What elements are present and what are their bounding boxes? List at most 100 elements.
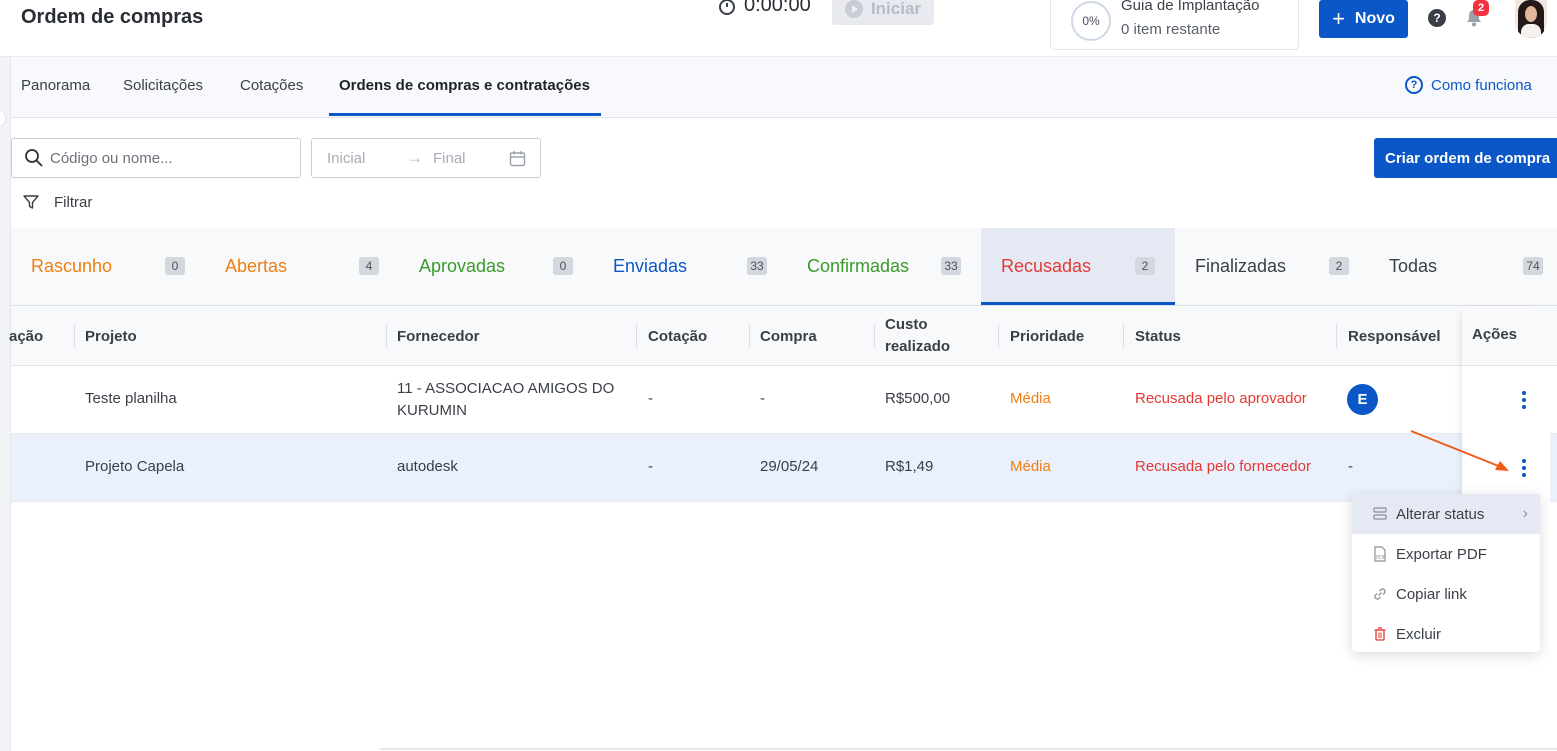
cell-fornecedor: autodesk <box>397 458 458 475</box>
cell-prioridade: Média <box>1010 458 1051 475</box>
status-label: Finalizadas <box>1195 256 1287 276</box>
status-tab-rascunho[interactable]: Rascunho 0 <box>11 228 205 305</box>
column-divider <box>74 324 75 348</box>
status-tab-enviadas[interactable]: Enviadas 33 <box>593 228 787 305</box>
cell-compra: 29/05/24 <box>760 458 819 475</box>
cell-compra: - <box>760 390 765 407</box>
status-count: 0 <box>165 257 185 275</box>
horizontal-scrollbar[interactable] <box>380 748 1557 750</box>
active-tab-indicator <box>329 113 601 116</box>
column-header-projeto[interactable]: Projeto <box>85 326 137 348</box>
row-actions-menu-button[interactable] <box>1512 388 1536 412</box>
column-header-status[interactable]: Status <box>1135 326 1181 348</box>
avatar: E <box>1347 384 1378 415</box>
column-divider <box>998 324 999 348</box>
row-context-menu: Alterar status › PDF Exportar PDF Copiar… <box>1352 494 1540 652</box>
menu-item-label: Exportar PDF <box>1396 545 1487 563</box>
cell-projeto: Projeto Capela <box>85 458 185 475</box>
status-tab-recusadas[interactable]: Recusadas 2 <box>981 228 1175 305</box>
start-timer-button[interactable]: Iniciar <box>832 0 934 25</box>
column-divider <box>386 324 387 348</box>
sidebar-toggle[interactable] <box>0 109 6 127</box>
sub-navigation: Panorama Solicitações Cotações Ordens de… <box>0 57 1557 118</box>
search-field[interactable] <box>11 138 301 178</box>
status-icon <box>1373 507 1387 520</box>
status-label: Rascunho <box>31 256 113 276</box>
menu-item-export-pdf[interactable]: PDF Exportar PDF <box>1352 534 1540 574</box>
cell-status: Recusada pelo fornecedor <box>1135 458 1311 475</box>
column-header-prioridade[interactable]: Prioridade <box>1010 326 1084 348</box>
search-icon <box>25 149 43 167</box>
column-header-cotacao[interactable]: Cotação <box>648 326 707 348</box>
column-header-compra[interactable]: Compra <box>760 326 817 348</box>
status-label: Confirmadas <box>807 256 910 276</box>
status-label: Todas <box>1389 256 1438 276</box>
status-count: 2 <box>1329 257 1349 275</box>
search-input[interactable] <box>50 149 280 167</box>
help-icon[interactable]: ? <box>1428 9 1446 27</box>
status-tab-todas[interactable]: Todas 74 <box>1369 228 1557 305</box>
status-tab-aprovadas[interactable]: Aprovadas 0 <box>399 228 593 305</box>
column-divider <box>1123 324 1124 348</box>
top-bar: Ordem de compras 0:00:00 Iniciar 0% Guia… <box>0 0 1557 57</box>
menu-item-copy-link[interactable]: Copiar link <box>1352 574 1540 614</box>
table-header: ação Projeto Fornecedor Cotação Compra C… <box>9 306 1557 366</box>
status-tab-finalizadas[interactable]: Finalizadas 2 <box>1175 228 1369 305</box>
table-row[interactable]: Teste planilha 11 - ASSOCIACAO AMIGOS DO… <box>11 366 1557 434</box>
cell-cotacao: - <box>648 458 653 475</box>
cell-fornecedor: 11 - ASSOCIACAO AMIGOS DO KURUMIN <box>397 380 615 419</box>
chevron-right-icon: › <box>1522 505 1528 522</box>
menu-item-label: Copiar link <box>1396 585 1467 603</box>
cell-prioridade: Média <box>1010 390 1051 407</box>
status-tab-confirmadas[interactable]: Confirmadas 33 <box>787 228 981 305</box>
guide-subtitle: 0 item restante <box>1121 21 1221 38</box>
table-row[interactable]: Projeto Capela autodesk - 29/05/24 R$1,4… <box>11 434 1557 502</box>
date-end-field[interactable]: Final <box>433 150 466 167</box>
menu-item-label: Excluir <box>1396 625 1442 643</box>
row-actions-menu-button[interactable] <box>1512 456 1536 480</box>
annotation-arrow <box>1410 430 1509 471</box>
timer: 0:00:00 <box>718 0 811 17</box>
filter-label: Filtrar <box>54 193 93 211</box>
menu-item-change-status[interactable]: Alterar status › <box>1352 494 1540 534</box>
status-count: 33 <box>747 257 767 275</box>
page-title: Ordem de compras <box>21 6 204 28</box>
column-header-custo-realizado[interactable]: Custo realizado <box>885 314 965 358</box>
column-divider <box>749 324 750 348</box>
column-header-fornecedor[interactable]: Fornecedor <box>397 326 480 348</box>
column-divider <box>874 324 875 348</box>
create-purchase-order-button[interactable]: Criar ordem de compra <box>1374 138 1557 178</box>
filter-icon <box>23 195 39 209</box>
tab-solicitacoes[interactable]: Solicitações <box>123 77 203 94</box>
cell-responsavel: - <box>1348 458 1353 475</box>
column-header-responsavel[interactable]: Responsável <box>1348 326 1441 348</box>
menu-item-label: Alterar status <box>1396 505 1485 523</box>
guide-title: Guia de Implantação <box>1121 0 1260 14</box>
status-count: 33 <box>941 257 961 275</box>
tab-panorama[interactable]: Panorama <box>21 77 90 94</box>
filter-button[interactable]: Filtrar <box>22 193 92 211</box>
cell-projeto: Teste planilha <box>85 390 177 407</box>
date-range-picker[interactable]: Inicial → Final <box>311 138 541 178</box>
status-count: 2 <box>1135 257 1155 275</box>
cell-custo: R$500,00 <box>885 390 951 407</box>
user-avatar[interactable] <box>1515 0 1547 38</box>
timer-value: 0:00:00 <box>744 0 811 16</box>
date-start-field[interactable]: Inicial <box>327 150 365 167</box>
column-header-situacao[interactable]: ação <box>9 326 43 348</box>
start-label: Iniciar <box>870 0 922 18</box>
stopwatch-icon <box>719 0 735 15</box>
implementation-guide[interactable]: 0% Guia de Implantação 0 item restante <box>1050 0 1299 50</box>
status-tab-abertas[interactable]: Abertas 4 <box>205 228 399 305</box>
status-label: Enviadas <box>613 256 688 276</box>
tab-ordens-de-compras[interactable]: Ordens de compras e contratações <box>339 77 590 94</box>
menu-item-delete[interactable]: Excluir <box>1352 614 1540 654</box>
status-label: Recusadas <box>1001 256 1092 276</box>
new-button[interactable]: + Novo <box>1319 0 1408 38</box>
trash-icon <box>1374 627 1386 641</box>
how-it-works-link[interactable]: ? Como funciona <box>1405 76 1532 94</box>
column-divider <box>636 324 637 348</box>
tab-cotacoes[interactable]: Cotações <box>240 77 303 94</box>
plus-icon: + <box>1332 6 1345 31</box>
column-header-acoes: Ações <box>1462 306 1550 366</box>
